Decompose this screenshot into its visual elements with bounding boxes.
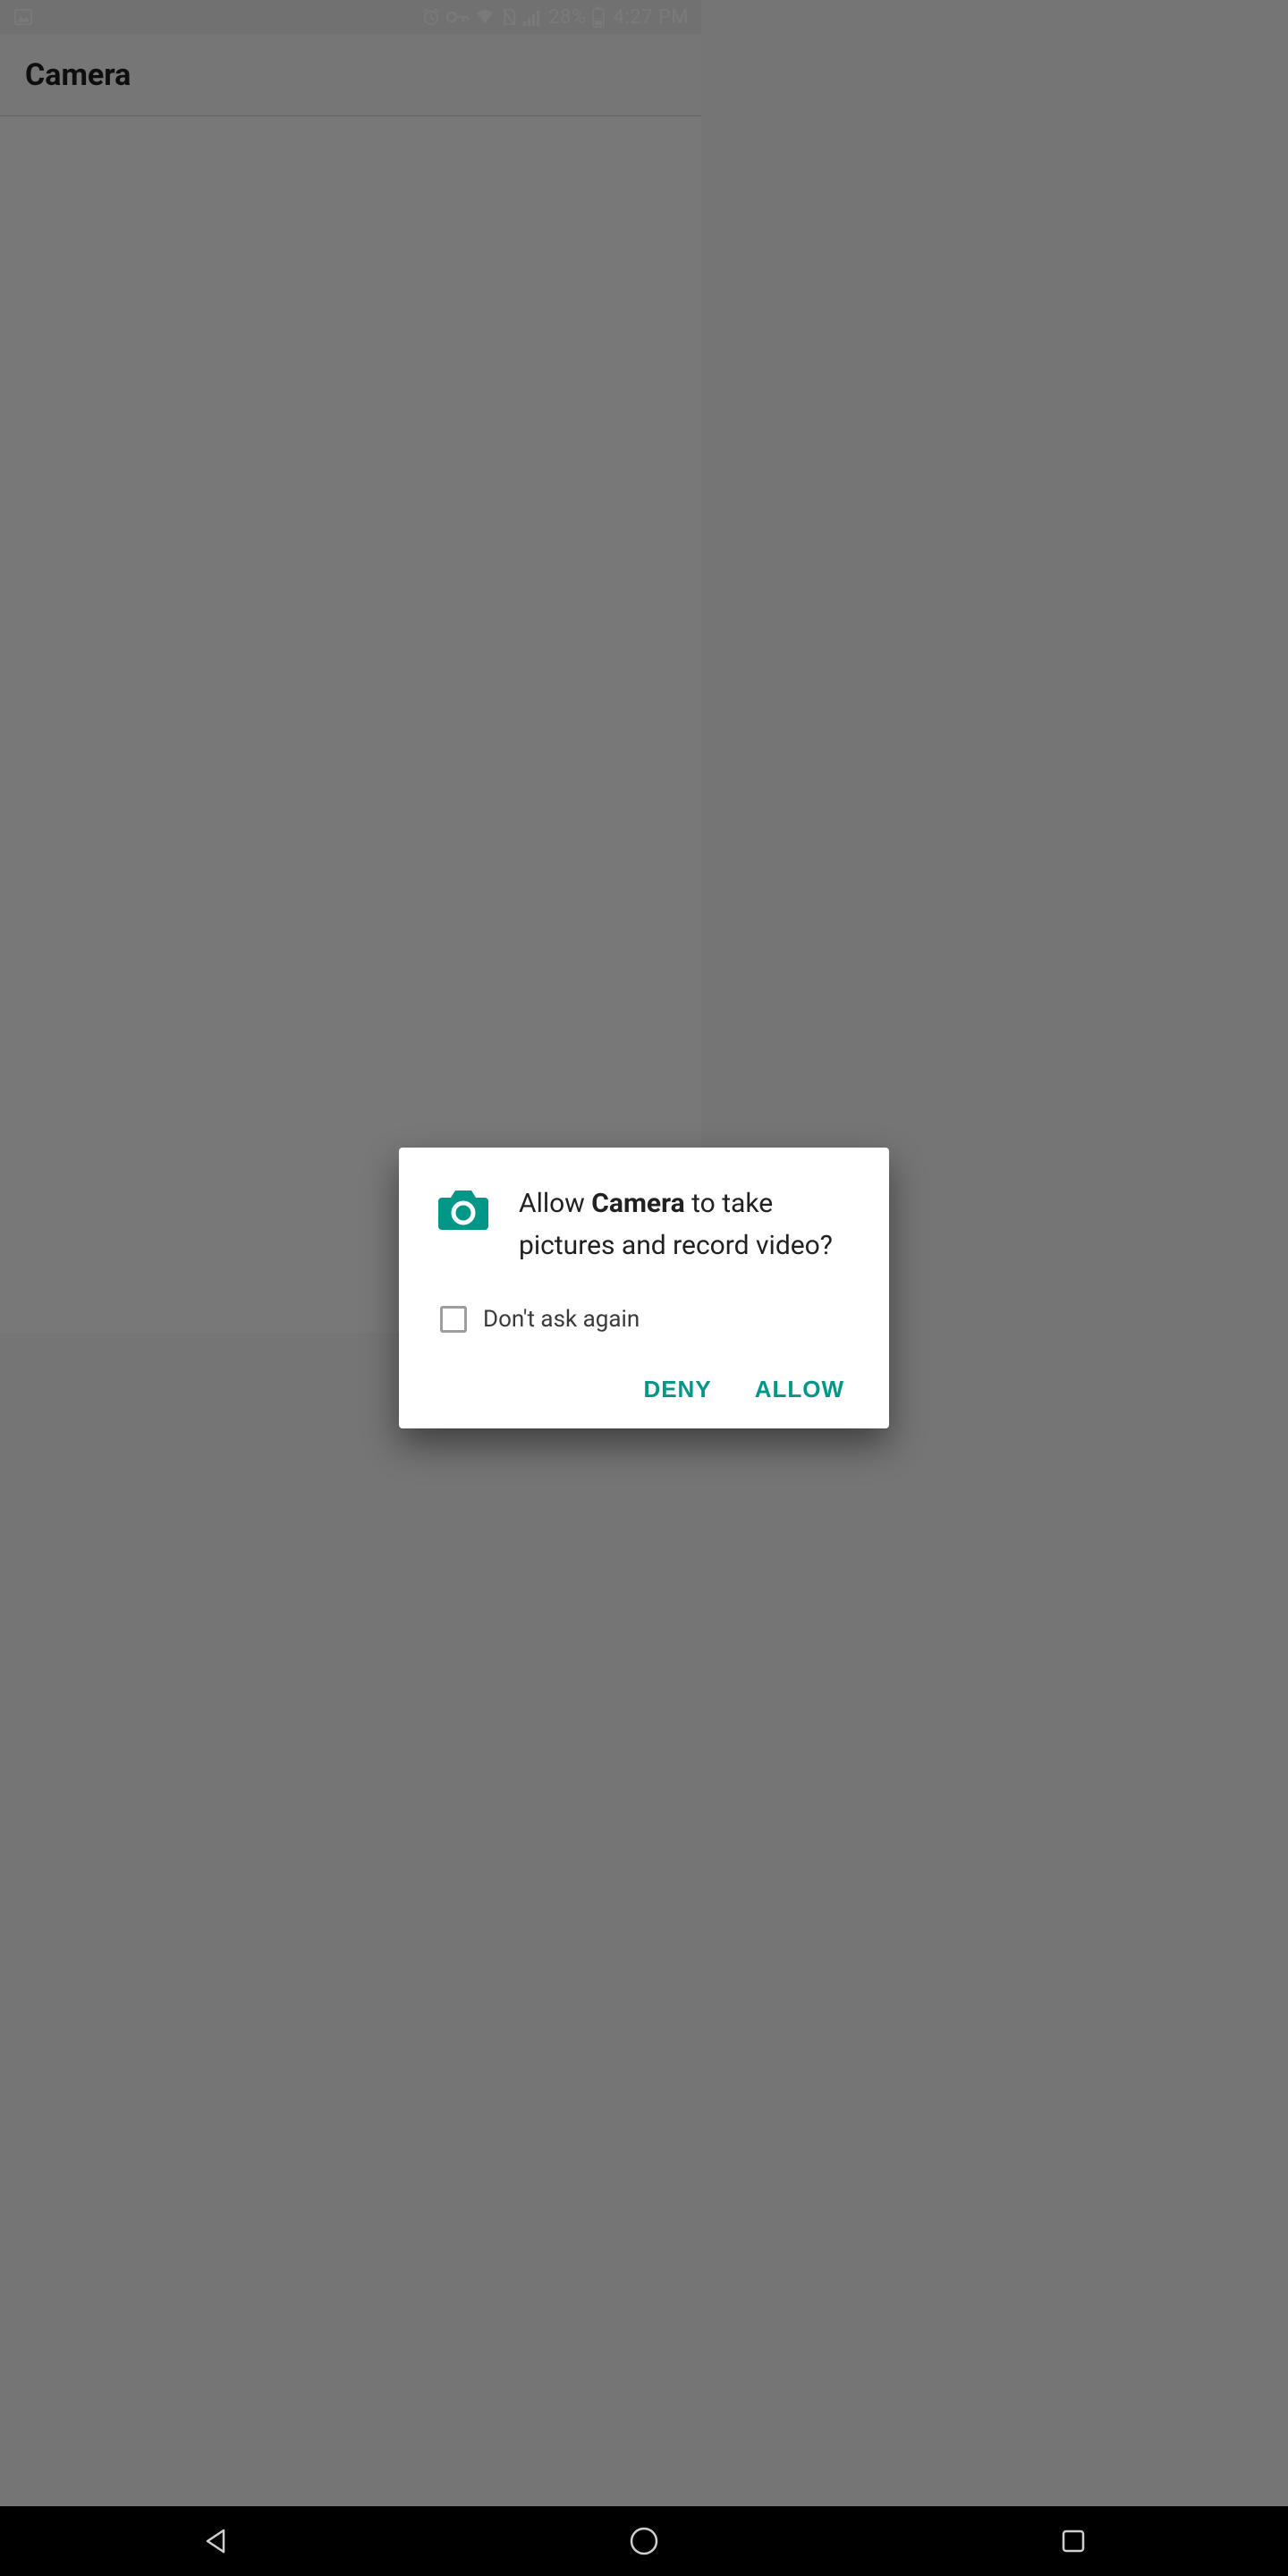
dont-ask-again-row[interactable]: Don't ask again [440,1306,850,1333]
permission-dialog-wrap: Allow Camera to take pictures and record… [0,0,1288,2576]
camera-icon [438,1183,488,1267]
deny-button[interactable]: DENY [643,1376,711,1403]
permission-message-pre: Allow [519,1188,591,1219]
dont-ask-again-checkbox[interactable] [440,1306,467,1333]
nav-back-button[interactable] [197,2523,233,2559]
nav-recent-button[interactable] [1055,2523,1091,2559]
dont-ask-again-label: Don't ask again [483,1306,640,1333]
permission-message: Allow Camera to take pictures and record… [519,1183,850,1267]
permission-message-app: Camera [591,1188,684,1219]
navigation-bar [0,2506,1288,2576]
nav-home-button[interactable] [626,2523,662,2559]
dialog-actions: DENY ALLOW [438,1376,850,1403]
allow-button[interactable]: ALLOW [755,1376,844,1403]
permission-dialog: Allow Camera to take pictures and record… [399,1148,889,1428]
